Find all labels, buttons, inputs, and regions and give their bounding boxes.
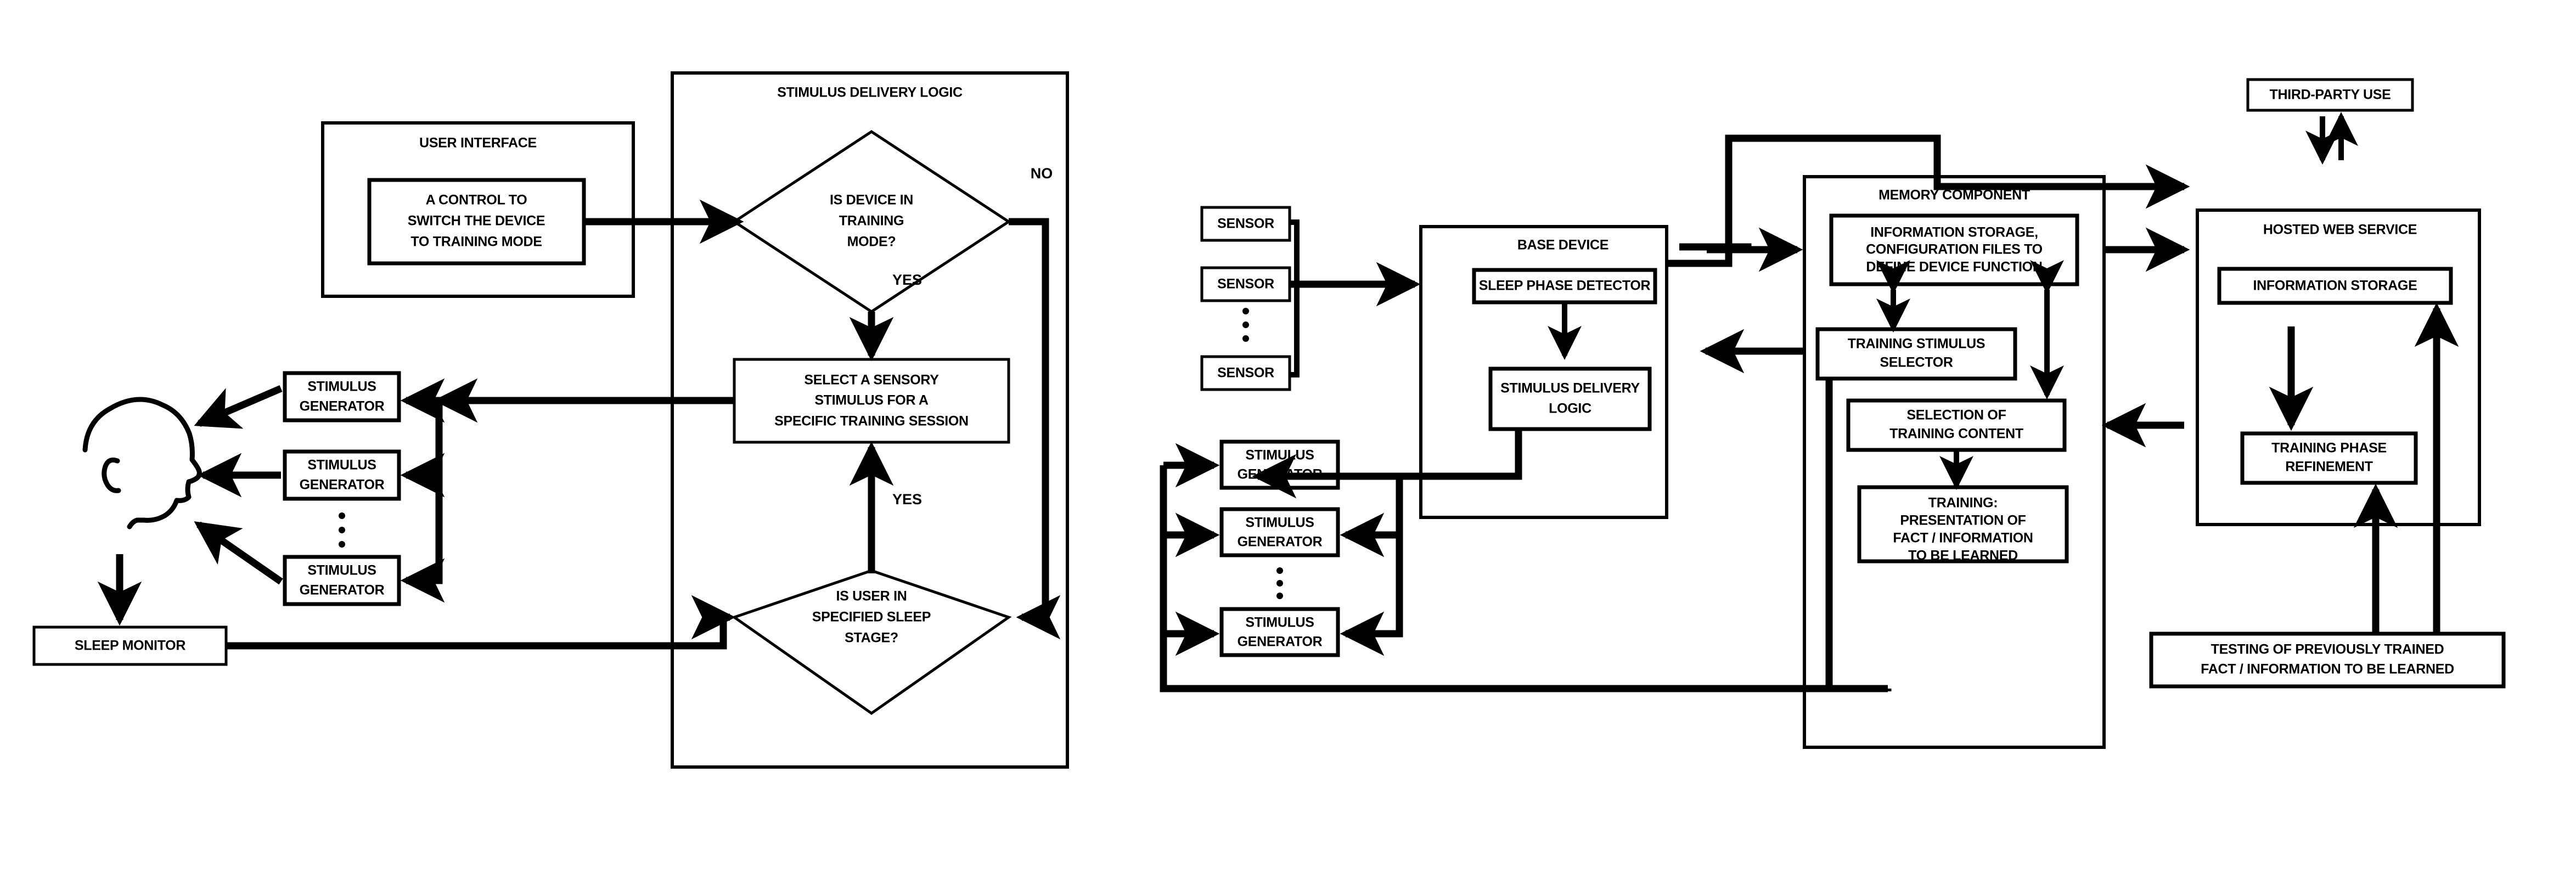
decision2-yes-label: YES [892,491,922,508]
testing-previously-trained-box: TESTING OF PREVIOUSLY TRAINED FACT / INF… [2149,632,2506,689]
mem-info-line2: CONFIGURATION FILES TO [1866,242,2043,257]
right-stimulus-generator-2: STIMULUS GENERATOR [1219,507,1340,557]
decision1-line3: MODE? [847,234,896,250]
control-to-switch-device-box[interactable]: A CONTROL TO SWITCH THE DEVICE TO TRAINI… [367,178,586,266]
rsg3-line1: STIMULUS [1245,615,1314,630]
decision1-line2: TRAINING [839,213,904,229]
decision2-line1: IS USER IN [836,589,907,604]
sleep-phase-detector-box: SLEEP PHASE DETECTOR [1472,268,1657,305]
base-device-title: BASE DEVICE [1517,238,1608,253]
training-presentation-box: TRAINING: PRESENTATION OF FACT / INFORMA… [1857,485,2069,563]
rsg3-line2: GENERATOR [1238,634,1323,650]
right-stimulus-generator-3: STIMULUS GENERATOR [1219,607,1340,657]
sg2-line2: GENERATOR [300,477,385,493]
sensor-1-label: SENSOR [1217,216,1274,232]
decision2-line3: STAGE? [845,630,898,646]
tp-line4: TO BE LEARNED [1908,548,2018,563]
control-box-line1: A CONTROL TO [426,193,527,208]
tp-line2: PRESENTATION OF [1900,513,2026,528]
third-party-use-box: THIRD-PARTY USE [2246,78,2414,112]
tp-line3: FACT / INFORMATION [1893,531,2033,546]
decision1-no-label: NO [1031,165,1053,182]
decision2-line2: SPECIFIED SLEEP [812,610,931,625]
control-box-line3: TO TRAINING MODE [410,234,542,250]
left-stimulus-generator-2: STIMULUS GENERATOR [283,449,401,501]
tss-line2: SELECTOR [1880,355,1953,370]
tss-line1: TRAINING STIMULUS [1848,336,1985,352]
sensor-3-label: SENSOR [1217,365,1274,381]
sleep-monitor-label: SLEEP MONITOR [75,638,185,653]
tpr-line2: REFINEMENT [2285,459,2373,475]
user-interface-title: USER INTERFACE [419,136,537,151]
process-line3: SPECIFIC TRAINING SESSION [774,414,969,429]
control-box-line2: SWITCH THE DEVICE [408,213,545,229]
sensor-ellipsis-icon [1242,308,1249,342]
bd-sdl-line1: STIMULUS DELIVERY [1500,381,1640,396]
mem-info-line3: DEFINE DEVICE FUNCTION [1866,260,2042,275]
rsg1-line2: GENERATOR [1238,467,1323,482]
sg1-line1: STIMULUS [307,379,376,394]
left-generator-ellipsis-icon [339,512,345,548]
training-stimulus-selector-box: TRAINING STIMULUS SELECTOR [1815,327,2017,381]
process-line2: STIMULUS FOR A [814,393,929,408]
rsg2-line1: STIMULUS [1245,515,1314,531]
right-stimulus-generator-1: STIMULUS GENERATOR [1219,439,1340,490]
sensor-box-3: SENSOR [1200,355,1291,391]
sg2-line1: STIMULUS [307,458,376,473]
sg3-line1: STIMULUS [307,563,376,578]
left-stimulus-generator-1: STIMULUS GENERATOR [283,371,401,422]
diagram-canvas: USER INTERFACE A CONTROL TO SWITCH THE D… [0,0,2576,885]
sotc-line2: TRAINING CONTENT [1889,426,2023,442]
decision-is-user-in-specified-sleep-stage: IS USER IN SPECIFIED SLEEP STAGE? [731,569,1012,715]
tpr-line1: TRAINING PHASE [2271,441,2387,456]
sensor-2-label: SENSOR [1217,277,1274,292]
sensor-box-1: SENSOR [1200,206,1291,242]
mem-info-line1: INFORMATION STORAGE, [1870,225,2038,240]
sotc-line1: SELECTION OF [1906,408,2006,423]
web-information-storage-box: INFORMATION STORAGE [2217,267,2453,305]
arrow-bus-to-generator3 [1340,535,1403,656]
selection-of-training-content-box: SELECTION OF TRAINING CONTENT [1846,398,2067,452]
arrow-no-path [1009,218,1061,640]
decision-is-device-in-training-mode: IS DEVICE IN TRAINING MODE? [732,130,1011,313]
arrow-generator3-to-head [194,521,283,585]
training-phase-refinement-box: TRAINING PHASE REFINEMENT [2240,431,2418,485]
decision1-yes-label: YES [892,272,922,288]
arrow-sleepmonitor-to-decision2 [225,595,736,650]
left-stimulus-generator-3: STIMULUS GENERATOR [283,555,401,606]
testing-line1: TESTING OF PREVIOUSLY TRAINED [2211,642,2444,657]
decision1-line1: IS DEVICE IN [830,193,913,208]
process-line1: SELECT A SENSORY [804,373,939,388]
arrow-generator1-to-head [194,385,283,429]
right-generator-ellipsis-icon [1276,567,1283,599]
sleep-phase-detector-label: SLEEP PHASE DETECTOR [1479,278,1651,294]
sg1-line2: GENERATOR [300,399,385,414]
testing-line2: FACT / INFORMATION TO BE LEARNED [2201,662,2454,677]
hosted-web-service-title: HOSTED WEB SERVICE [2263,222,2417,238]
sleeping-head-icon [82,397,202,529]
sensor-box-2: SENSOR [1200,266,1291,302]
arrow-top-loop-to-web-service [1729,134,2190,209]
stimulus-delivery-logic-title: STIMULUS DELIVERY LOGIC [777,85,963,100]
rsg1-line1: STIMULUS [1245,448,1314,463]
arrow-bus-to-generator2 [1340,476,1403,557]
sg3-line2: GENERATOR [300,583,385,598]
tp-line1: TRAINING: [1928,495,1998,511]
third-party-use-label: THIRD-PARTY USE [2270,87,2391,103]
bd-sdl-line2: LOGIC [1549,401,1591,416]
web-info-storage-label: INFORMATION STORAGE [2253,278,2417,294]
rsg2-line2: GENERATOR [1238,534,1323,550]
bus-to-generator3 [400,401,445,603]
sleep-monitor-box: SLEEP MONITOR [32,625,228,666]
select-sensory-stimulus-box: SELECT A SENSORY STIMULUS FOR A SPECIFIC… [733,358,1010,444]
base-device-stimulus-delivery-logic-box: STIMULUS DELIVERY LOGIC [1488,367,1652,431]
memory-information-storage-box: INFORMATION STORAGE, CONFIGURATION FILES… [1829,213,2079,286]
